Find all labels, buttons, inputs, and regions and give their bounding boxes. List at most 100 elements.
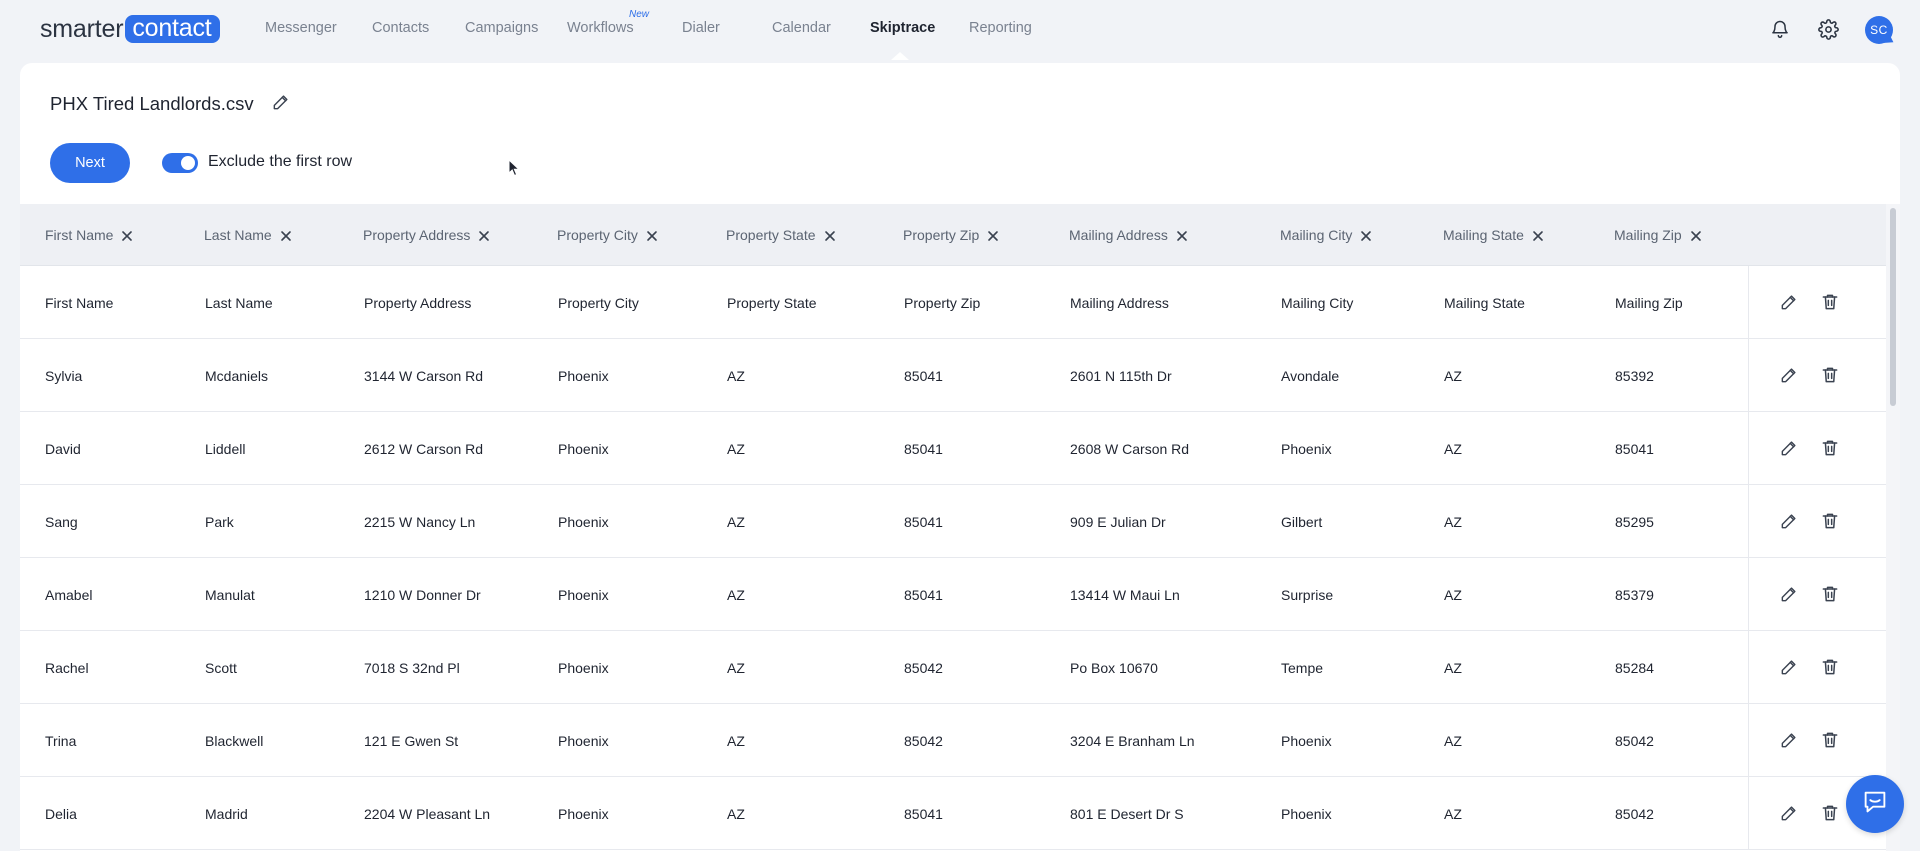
cell-property-state: AZ [727,513,745,530]
edit-row-pencil-icon[interactable] [1779,584,1799,604]
table-row: Delia Madrid 2204 W Pleasant Ln Phoenix AZ 85… [20,777,1886,850]
nav-item-calendar[interactable]: Calendar [772,20,831,36]
cell-first-name: David [45,440,81,457]
remove-column-close-icon[interactable] [646,229,658,241]
table-scrollbar[interactable] [1886,204,1900,851]
column-header-label: Property City [557,227,638,243]
cell-mailing-state: AZ [1444,659,1462,676]
cell-last-name: Mcdaniels [205,367,269,384]
gear-icon[interactable] [1816,17,1840,41]
remove-column-close-icon[interactable] [987,229,999,241]
nav-item-contacts[interactable]: Contacts [372,20,429,36]
exclude-first-row-toggle[interactable] [162,153,198,173]
cell-property-city: Phoenix [558,659,609,676]
delete-row-trash-icon[interactable] [1820,803,1840,823]
cell-mailing-city: Surprise [1281,586,1334,603]
scrollbar-thumb[interactable] [1890,208,1896,406]
nav-item-campaigns[interactable]: Campaigns [465,20,538,36]
delete-row-trash-icon[interactable] [1820,511,1840,531]
cell-mailing-zip: 85041 [1615,440,1654,457]
cell-mailing-address: Mailing Address [1070,294,1169,311]
column-header-label: Mailing City [1280,227,1353,243]
cell-last-name: Scott [205,659,237,676]
chat-bubble-icon [1860,787,1890,822]
cell-first-name: Trina [45,732,77,749]
edit-row-pencil-icon[interactable] [1779,511,1799,531]
cell-mailing-address: Po Box 10670 [1070,659,1158,676]
bell-icon[interactable] [1768,17,1792,41]
remove-column-close-icon[interactable] [1532,229,1544,241]
remove-column-close-icon[interactable] [1360,229,1372,241]
cell-mailing-address: 13414 W Maui Ln [1070,586,1180,603]
nav-item-workflows[interactable]: Workflows [567,20,634,36]
cell-property-zip: 85041 [904,513,943,530]
edit-row-pencil-icon[interactable] [1779,365,1799,385]
row-actions [1748,631,1886,704]
column-header-label: Property State [726,227,816,243]
chat-support-button[interactable] [1846,775,1904,833]
row-actions [1748,412,1886,485]
delete-row-trash-icon[interactable] [1820,657,1840,677]
cell-mailing-state: AZ [1444,732,1462,749]
remove-column-close-icon[interactable] [121,229,133,241]
delete-row-trash-icon[interactable] [1820,584,1840,604]
nav-item-messenger[interactable]: Messenger [265,20,337,36]
row-actions [1748,485,1886,558]
mouse-cursor-icon [508,158,522,179]
delete-row-trash-icon[interactable] [1820,292,1840,312]
cell-mailing-zip: 85042 [1615,805,1654,822]
table-row: Amabel Manulat 1210 W Donner Dr Phoenix AZ 85… [20,558,1886,631]
next-button[interactable]: Next [50,143,130,183]
cell-mailing-zip: 85392 [1615,367,1654,384]
toggle-knob [181,156,195,170]
column-header-label: Mailing State [1443,227,1524,243]
cell-property-state: AZ [727,367,745,384]
cell-property-city: Phoenix [558,513,609,530]
column-header-label: First Name [45,227,114,243]
table-row: David Liddell 2612 W Carson Rd Phoenix AZ 850… [20,412,1886,485]
cell-property-address: 1210 W Donner Dr [364,586,481,603]
edit-row-pencil-icon[interactable] [1779,438,1799,458]
edit-row-pencil-icon[interactable] [1779,292,1799,312]
nav-item-reporting[interactable]: Reporting [969,20,1032,36]
delete-row-trash-icon[interactable] [1820,365,1840,385]
cell-mailing-state: Mailing State [1444,294,1525,311]
edit-row-pencil-icon[interactable] [1779,730,1799,750]
remove-column-close-icon[interactable] [478,229,490,241]
cell-last-name: Manulat [205,586,255,603]
cell-property-state: AZ [727,805,745,822]
cell-mailing-zip: 85379 [1615,586,1654,603]
brand-logo[interactable]: smarter contact [40,15,220,43]
cell-property-city: Phoenix [558,440,609,457]
edit-row-pencil-icon[interactable] [1779,803,1799,823]
cell-last-name: Madrid [205,805,248,822]
remove-column-close-icon[interactable] [1690,229,1702,241]
column-header-label: Property Zip [903,227,980,243]
cell-property-city: Property City [558,294,639,311]
column-header-first-name: First Name [45,204,133,266]
cell-property-state: Property State [727,294,817,311]
cell-property-city: Phoenix [558,732,609,749]
nav-item-dialer[interactable]: Dialer [682,20,720,36]
avatar[interactable]: SC [1865,16,1897,48]
delete-row-trash-icon[interactable] [1820,730,1840,750]
cell-property-address: 2204 W Pleasant Ln [364,805,491,822]
edit-title-pencil-icon[interactable] [271,92,293,114]
cell-mailing-city: Phoenix [1281,805,1332,822]
remove-column-close-icon[interactable] [824,229,836,241]
column-header-mailing-state: Mailing State [1443,204,1544,266]
cell-last-name: Last Name [205,294,273,311]
brand-logo-part1: smarter [40,15,124,43]
new-badge: New [629,9,650,20]
cell-property-zip: 85041 [904,440,943,457]
remove-column-close-icon[interactable] [1176,229,1188,241]
delete-row-trash-icon[interactable] [1820,438,1840,458]
cell-property-zip: 85041 [904,586,943,603]
cell-property-state: AZ [727,440,745,457]
cell-mailing-zip: 85284 [1615,659,1654,676]
cell-property-zip: 85042 [904,659,943,676]
nav-item-skiptrace[interactable]: Skiptrace [870,20,935,36]
cell-mailing-state: AZ [1444,367,1462,384]
edit-row-pencil-icon[interactable] [1779,657,1799,677]
remove-column-close-icon[interactable] [280,229,292,241]
